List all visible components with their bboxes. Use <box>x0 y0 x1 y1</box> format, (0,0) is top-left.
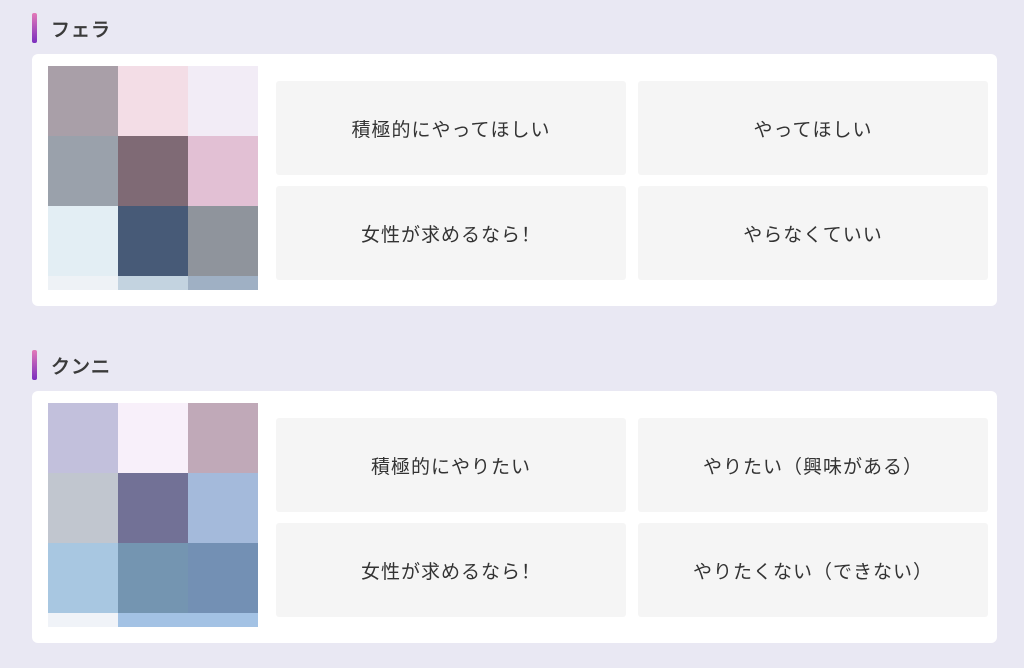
section-title-text: フェラ <box>51 18 112 41</box>
mosaic-block <box>48 136 118 206</box>
mosaic-block <box>48 403 118 473</box>
censored-image <box>48 66 258 290</box>
question-card-cunnilingus: 積極的にやりたい やりたい（興味がある） 女性が求めるなら！ やりたくない（でき… <box>32 391 997 643</box>
mosaic-block <box>48 543 118 613</box>
mosaic-block <box>188 403 258 473</box>
mosaic-block <box>48 473 118 543</box>
mosaic-block <box>188 66 258 136</box>
option-button[interactable]: 積極的にやってほしい <box>276 81 626 175</box>
mosaic-block <box>118 613 188 627</box>
question-card-fellatio: 積極的にやってほしい やってほしい 女性が求めるなら！ やらなくていい <box>32 54 997 306</box>
mosaic-block <box>118 136 188 206</box>
mosaic-block <box>48 206 118 276</box>
mosaic-block <box>118 543 188 613</box>
mosaic-block <box>188 206 258 276</box>
option-button[interactable]: 積極的にやりたい <box>276 418 626 512</box>
option-button[interactable]: 女性が求めるなら！ <box>276 523 626 617</box>
mosaic-block <box>48 613 118 627</box>
mosaic-block <box>118 66 188 136</box>
option-button[interactable]: やらなくていい <box>638 186 988 280</box>
mosaic-block <box>118 473 188 543</box>
mosaic-block <box>48 66 118 136</box>
title-accent-bar <box>32 350 37 380</box>
mosaic-block <box>188 543 258 613</box>
mosaic-block <box>188 613 258 627</box>
mosaic-block <box>188 276 258 290</box>
title-accent-bar <box>32 13 37 43</box>
mosaic-block <box>48 276 118 290</box>
mosaic-block <box>188 136 258 206</box>
mosaic-block <box>118 206 188 276</box>
option-button[interactable]: やりたい（興味がある） <box>638 418 988 512</box>
section-title-cunnilingus: クンニ <box>32 349 111 381</box>
option-button[interactable]: 女性が求めるなら！ <box>276 186 626 280</box>
mosaic-block <box>118 403 188 473</box>
option-button[interactable]: やってほしい <box>638 81 988 175</box>
section-title-text: クンニ <box>51 355 112 378</box>
mosaic-block <box>188 473 258 543</box>
section-title-fellatio: フェラ <box>32 12 111 44</box>
mosaic-block <box>118 276 188 290</box>
option-button[interactable]: やりたくない（できない） <box>638 523 988 617</box>
censored-image <box>48 403 258 627</box>
